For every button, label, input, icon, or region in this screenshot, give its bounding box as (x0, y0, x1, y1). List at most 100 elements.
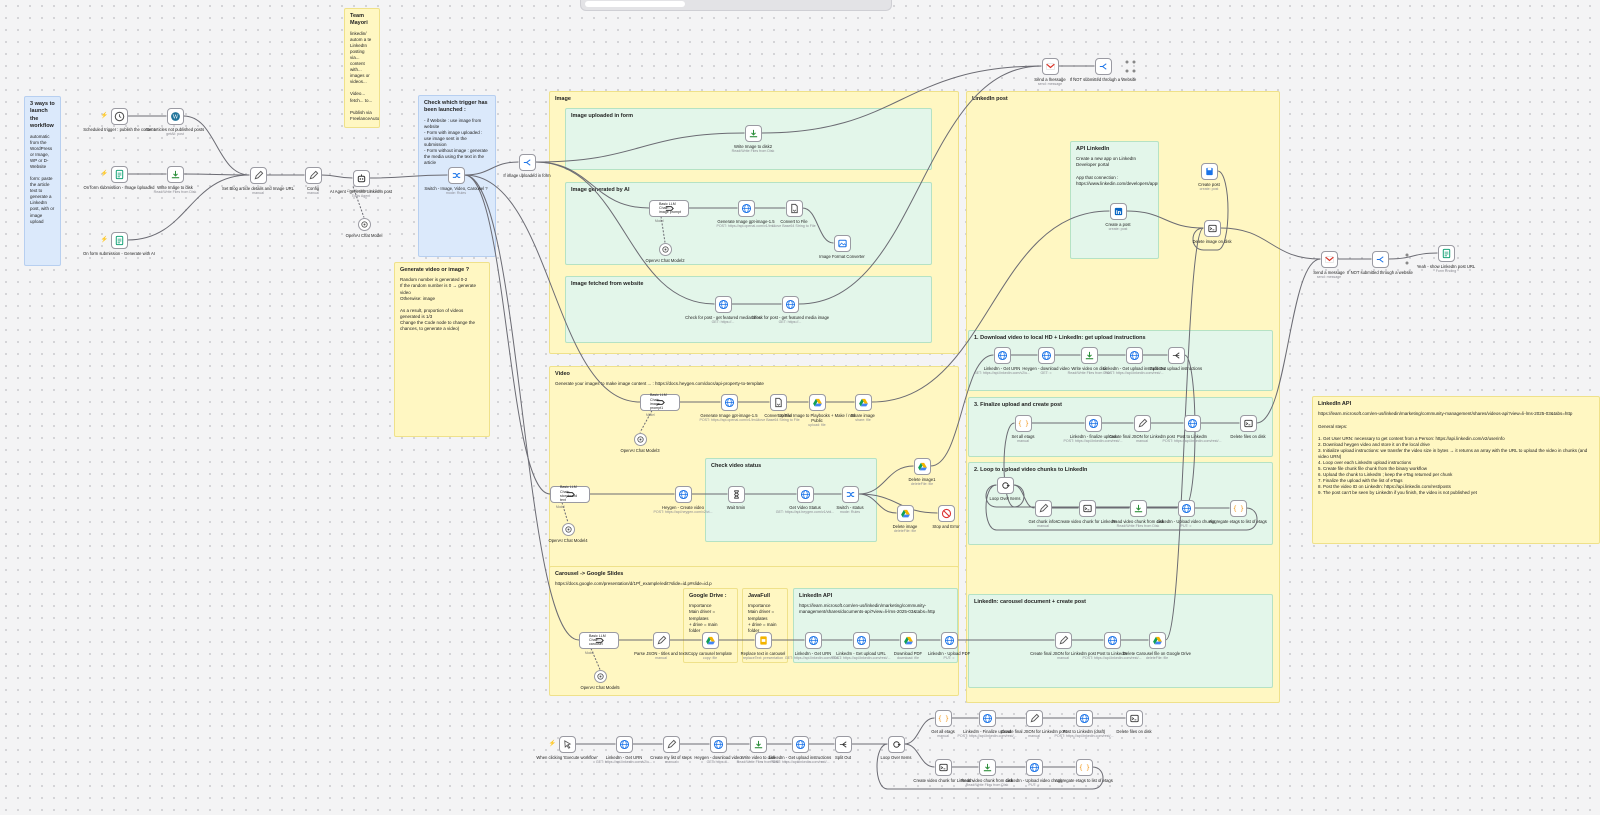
node-linkedin-upload-video-chunks[interactable] (1177, 499, 1195, 517)
node-basic-llm-chain-storyboard-text[interactable]: Basic LLM Chain - storyboard text (550, 485, 590, 503)
node-create-video-chunk-for-linkedin[interactable] (1078, 499, 1096, 517)
node-write-image-to-disk2[interactable] (744, 124, 762, 142)
node-linkedin-get-upload-instructions[interactable] (791, 735, 809, 753)
node-aggregate-etags-to-list-of-etags[interactable]: { } (1229, 499, 1247, 517)
node-basic-llm-chain-image-prompt[interactable]: Basic LLM Chain - image prompt (649, 199, 689, 217)
node-post-to-linkedin-draft[interactable] (1075, 709, 1093, 727)
node-delete-image-on-disk[interactable] (1203, 219, 1221, 237)
node-basic-llm-chain-carousel[interactable]: Basic LLM Chain - carousel (579, 631, 619, 649)
sticky-note-linkedin-api[interactable]: LinkedIn API https://learn.microsoft.com/… (1312, 396, 1600, 544)
node-openai-chat-model[interactable] (357, 217, 371, 231)
sticky-note-linkedin-carousel-document-create-post[interactable]: LinkedIn: carousel document + create pos… (968, 594, 1273, 688)
node-loop-over-items[interactable] (996, 476, 1014, 494)
node-delete-carousel-file-on-google-drive[interactable] (1148, 631, 1166, 649)
node-get-chunk-infos[interactable] (1034, 499, 1052, 517)
output-handle[interactable] (1125, 69, 1129, 73)
node-download-pdf[interactable] (899, 631, 917, 649)
node-ai-agent-generate-linkedin-post[interactable] (352, 169, 370, 187)
connection-line[interactable] (183, 115, 250, 176)
node-scheduled-trigger-publish-the-content[interactable] (110, 107, 128, 125)
node-replace-text-in-carousel[interactable] (754, 631, 772, 649)
node-linkedin-get-urn[interactable] (993, 346, 1011, 364)
node-delete-files-on-disk[interactable] (1239, 414, 1257, 432)
node-if-not-submitted-through-a-website[interactable] (1094, 57, 1112, 75)
connection-line[interactable] (183, 173, 250, 176)
node-openai-chat-model4[interactable] (561, 522, 575, 536)
node-aggregate-etags-to-list-of-etags[interactable]: { } (1075, 758, 1093, 776)
node-write-image-to-disk[interactable] (166, 165, 184, 183)
node-basic-llm-chain-image-prompt1[interactable]: Basic LLM Chain - image prompt1 (640, 393, 680, 411)
node-check-for-post-get-featured-media-image[interactable] (781, 295, 799, 313)
node-create-a-post[interactable]: in (1109, 202, 1127, 220)
node-check-for-post-get-featured-media-infos[interactable] (714, 295, 732, 313)
sticky-note-2-loop-to-upload-video-chunks-to-linkedi[interactable]: 2. Loop to upload video chunks to Linked… (968, 462, 1273, 545)
node-if-image-uploaded-in-form[interactable] (518, 153, 536, 171)
node-create-my-list-of-steps[interactable] (662, 735, 680, 753)
node-image-format-converter[interactable] (833, 234, 851, 252)
node-linkedin-finalize-upload[interactable] (978, 709, 996, 727)
node-linkedin-upload-video-chunk[interactable] (1025, 758, 1043, 776)
node-openai-chat-model5[interactable] (593, 669, 607, 683)
sticky-note-image-fetched-from-website[interactable]: Image fetched from website (565, 276, 932, 343)
output-handle[interactable] (1125, 60, 1129, 64)
node-share-image[interactable] (854, 393, 872, 411)
node-stop-and-error[interactable] (937, 504, 955, 522)
node-linkedin-upload-pdf[interactable] (940, 631, 958, 649)
output-handle[interactable] (1405, 253, 1409, 257)
node-when-clicking-execute-workflow[interactable] (558, 735, 576, 753)
node-get-video-status[interactable] (796, 485, 814, 503)
node-yeah-show-linkedin-post-url[interactable] (1437, 244, 1455, 262)
node-heygen-download-video[interactable] (1037, 346, 1055, 364)
node-heygen-create-video[interactable] (674, 485, 692, 503)
output-handle[interactable] (1132, 69, 1136, 73)
node-delete-files-on-disk[interactable] (1125, 709, 1143, 727)
node-send-a-message[interactable] (1041, 57, 1059, 75)
node-generate-image-gpt-image-1-5[interactable] (720, 393, 738, 411)
node-split-out[interactable] (834, 735, 852, 753)
node-on-form-submission-generate-with-ai[interactable] (110, 231, 128, 249)
node-get-articles-not-published-posts[interactable]: W (166, 107, 184, 125)
node-convert-to-file[interactable] (769, 393, 787, 411)
node-read-video-chunk-from-disk[interactable] (978, 758, 996, 776)
node-parse-json-titles-and-texts[interactable] (652, 631, 670, 649)
node-create-final-json-for-linkedin-post[interactable] (1025, 709, 1043, 727)
sticky-note-team-mayori[interactable]: Team Mayori linkedin/ autom a te LinkedIn… (344, 8, 380, 128)
node-generate-image-gpt-image-1-5[interactable] (737, 199, 755, 217)
node-linkedin-finalize-upload[interactable] (1084, 414, 1102, 432)
toolbar-tab[interactable] (585, 1, 685, 7)
sticky-note-api-linkedin[interactable]: API LinkedIn Create a new app on LinkedIn… (1070, 141, 1159, 259)
sticky-note-1-download-video-to-local-hd-linkedin-ge[interactable]: 1. Download video to local HD + LinkedIn… (968, 330, 1273, 391)
node-convert-to-file[interactable] (785, 199, 803, 217)
node-upload-image-to-playbooks-make-n8n-publi[interactable] (808, 393, 826, 411)
node-copy-carousel-template[interactable] (701, 631, 719, 649)
node-if-not-submitted-through-a-website[interactable] (1371, 250, 1389, 268)
node-delete-image1[interactable] (913, 457, 931, 475)
node-linkedin-get-urn[interactable] (615, 735, 633, 753)
node-wait-5min[interactable] (727, 485, 745, 503)
node-openai-chat-model3[interactable] (633, 432, 647, 446)
connection-line[interactable] (1388, 252, 1438, 260)
node-switch-status[interactable] (841, 485, 859, 503)
output-handle[interactable] (1132, 60, 1136, 64)
node-loop-over-items[interactable] (887, 735, 905, 753)
node-set-all-etags[interactable]: { } (1014, 414, 1032, 432)
node-get-all-etags[interactable]: { } (934, 709, 952, 727)
node-post-to-linkedin[interactable] (1183, 414, 1201, 432)
node-switch-image-video-carousel[interactable] (447, 166, 465, 184)
sticky-note-generate-video-or-image[interactable]: Generate video or image ? Random number i… (394, 262, 490, 437)
node-write-video-to-disk[interactable] (749, 735, 767, 753)
node-openai-chat-model2[interactable] (658, 242, 672, 256)
node-create-video-chunk-for-linkedin[interactable] (934, 758, 952, 776)
node-create-post[interactable] (1200, 162, 1218, 180)
sticky-note-3-ways-to-launch-the-workflow[interactable]: 3 ways to launch the workflow automatic f… (24, 96, 61, 266)
node-send-a-message[interactable] (1320, 250, 1338, 268)
node-set-blog-article-details-and-image-url[interactable] (249, 166, 267, 184)
node-delete-image[interactable] (896, 504, 914, 522)
connection-line[interactable] (321, 174, 353, 179)
sticky-note-3-finalize-upload-and-create-post[interactable]: 3. Finalize upload and create post (968, 397, 1273, 457)
node-linkedin-get-upload-instructions[interactable] (1125, 346, 1143, 364)
workflow-canvas[interactable]: 3 ways to launch the workflow automatic f… (0, 0, 1600, 815)
node-linkedin-get-upload-url[interactable] (852, 631, 870, 649)
node-heygen-download-video[interactable] (709, 735, 727, 753)
node-read-video-chunk-from-disk[interactable] (1129, 499, 1147, 517)
